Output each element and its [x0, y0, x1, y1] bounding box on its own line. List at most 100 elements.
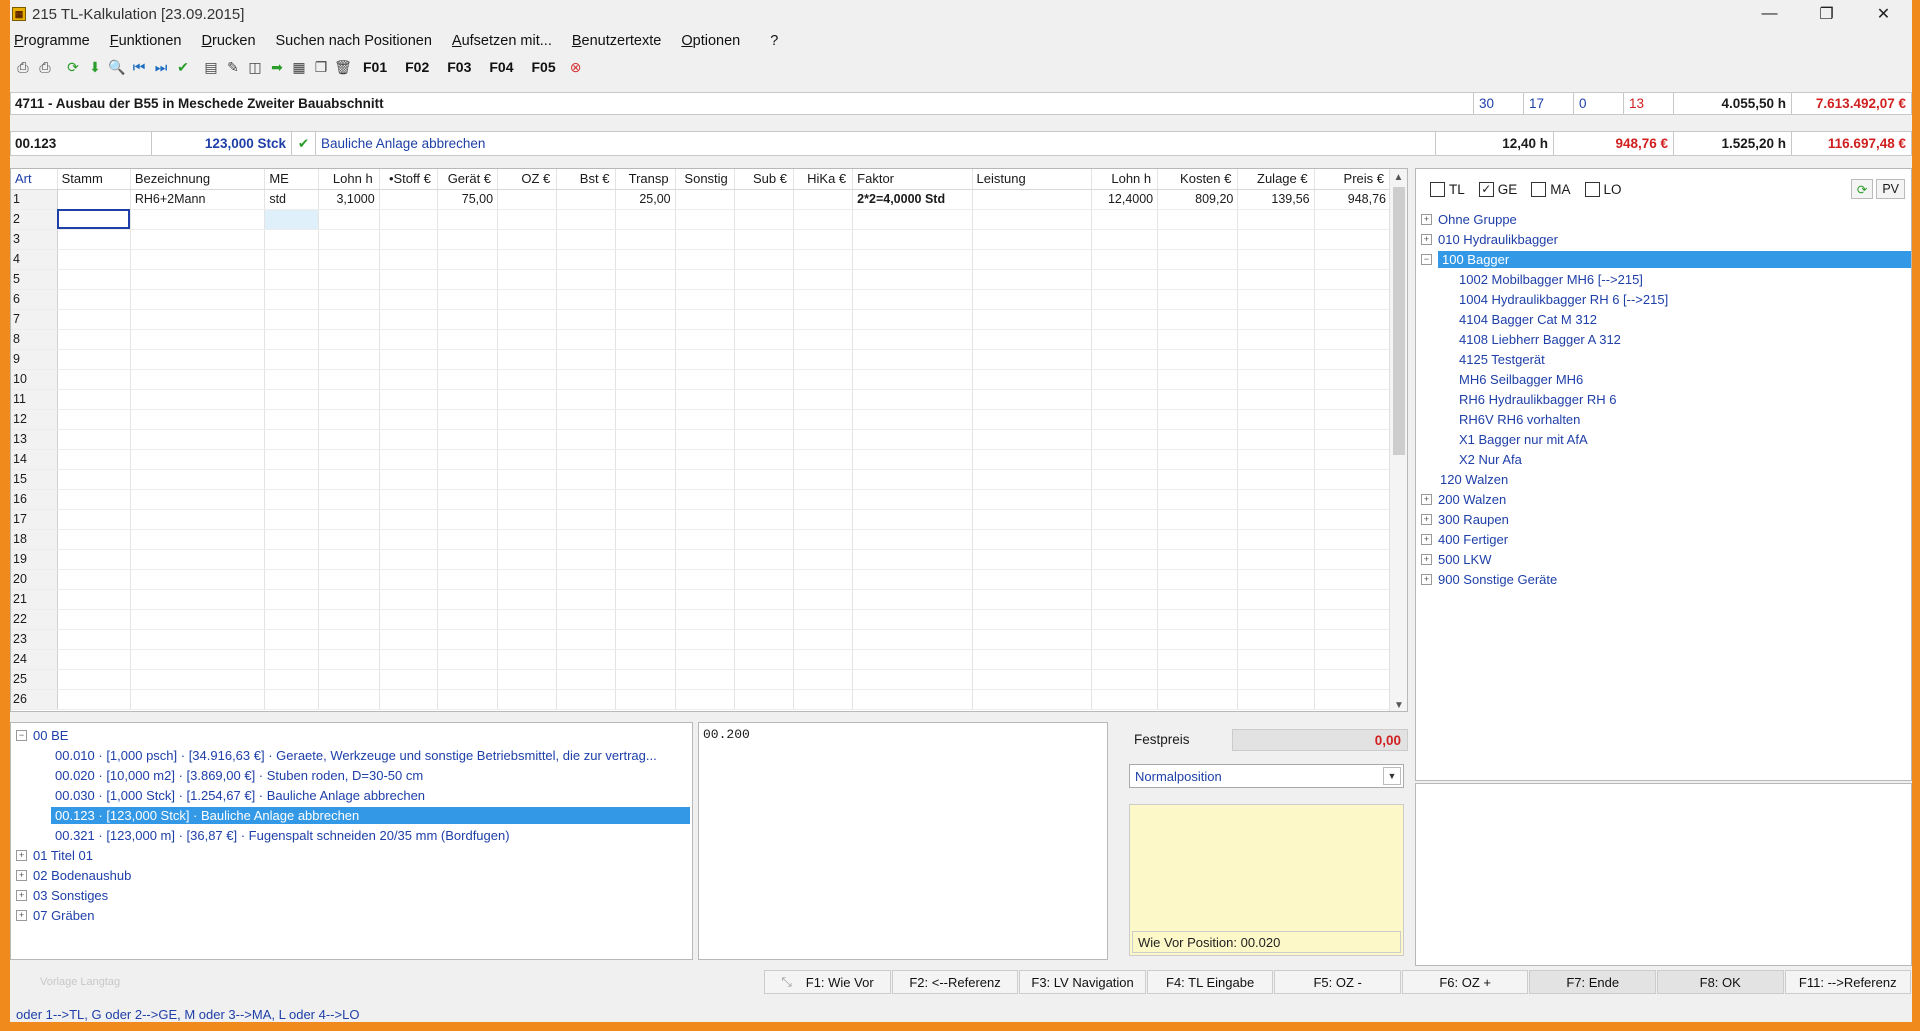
- f5-button[interactable]: F5: OZ -: [1274, 970, 1401, 994]
- col-kosten[interactable]: Kosten €: [1157, 169, 1239, 190]
- table-row[interactable]: 10: [11, 369, 1392, 390]
- f6-button[interactable]: F6: OZ +: [1401, 970, 1529, 994]
- expand-icon[interactable]: +: [1421, 533, 1432, 545]
- table-row[interactable]: 16: [11, 489, 1392, 510]
- col-hika[interactable]: HiKa €: [793, 169, 854, 190]
- table-row[interactable]: 6: [11, 289, 1392, 310]
- long-text-editor[interactable]: 00.200: [698, 722, 1108, 960]
- lv-item[interactable]: 00.020 · [10,000 m2] · [3.869,00 €] · St…: [11, 765, 692, 785]
- table-row[interactable]: 13: [11, 429, 1392, 450]
- chevron-down-icon[interactable]: ▼: [1383, 767, 1401, 785]
- tree-node[interactable]: 120 Walzen: [1416, 469, 1911, 489]
- table-row[interactable]: 22: [11, 609, 1392, 630]
- col-lohn[interactable]: Lohn h: [318, 169, 380, 190]
- cancel-icon[interactable]: ⊗: [565, 56, 587, 78]
- cell-lohn[interactable]: 3,1000: [318, 189, 380, 210]
- menu-benutzertexte[interactable]: Benutzertexte: [572, 33, 661, 49]
- col-stoff[interactable]: •Stoff €: [379, 169, 438, 190]
- position-qty[interactable]: 123,000 Stck: [151, 132, 291, 155]
- tree-node-child[interactable]: RH6V RH6 vorhalten: [1416, 409, 1911, 429]
- tree-node[interactable]: +500 LKW: [1416, 549, 1911, 569]
- table-row[interactable]: 15: [11, 469, 1392, 490]
- table-row[interactable]: 4: [11, 249, 1392, 270]
- table-row[interactable]: 11: [11, 389, 1392, 410]
- f7-button[interactable]: F7: Ende: [1529, 970, 1656, 994]
- col-preis[interactable]: Preis €: [1314, 169, 1392, 190]
- table-row[interactable]: 12: [11, 409, 1392, 430]
- table-row[interactable]: 20: [11, 569, 1392, 590]
- checkbox-tl[interactable]: [1430, 181, 1445, 197]
- col-oz[interactable]: OZ €: [497, 169, 558, 190]
- table-row[interactable]: 5: [11, 269, 1392, 290]
- confirm-checkmark-icon[interactable]: ✔: [291, 132, 315, 155]
- col-transp[interactable]: Transp: [615, 169, 676, 190]
- table-row[interactable]: 25: [11, 669, 1392, 690]
- active-cell[interactable]: [57, 209, 131, 230]
- lv-item[interactable]: 00.321 · [123,000 m] · [36,87 €] · Fugen…: [11, 825, 692, 845]
- menu-help[interactable]: ?: [770, 33, 778, 49]
- col-sub[interactable]: Sub €: [734, 169, 794, 190]
- table-row[interactable]: 24: [11, 649, 1392, 670]
- f04-button[interactable]: F04: [480, 59, 522, 75]
- menu-funktionen[interactable]: Funktionen: [110, 33, 182, 49]
- tree-node-child[interactable]: RH6 Hydraulikbagger RH 6: [1416, 389, 1911, 409]
- table-row[interactable]: 23: [11, 629, 1392, 650]
- search-icon[interactable]: 🔍: [106, 56, 128, 78]
- f03-button[interactable]: F03: [438, 59, 480, 75]
- print-preview-icon[interactable]: ⎙: [34, 56, 56, 78]
- tree-node[interactable]: −00 BE: [11, 725, 692, 745]
- checkbox-lo[interactable]: [1584, 181, 1600, 197]
- f3-button[interactable]: F3: LV Navigation: [1019, 970, 1146, 994]
- position-type-select[interactable]: Normalposition ▼: [1129, 764, 1404, 788]
- f11-button[interactable]: F11: -->Referenz: [1784, 970, 1912, 994]
- arrow-right-icon[interactable]: ➡: [266, 56, 288, 78]
- pencil-icon[interactable]: ✎: [222, 56, 244, 78]
- tree-node-child[interactable]: X1 Bagger nur mit AfA: [1416, 429, 1911, 449]
- col-bezeichnung[interactable]: Bezeichnung: [130, 169, 266, 190]
- table-row[interactable]: 1 RH6+2Mann std 3,1000 75,00 25,00 2*2=4…: [11, 189, 1392, 210]
- table-row[interactable]: 19: [11, 549, 1392, 570]
- lv-item[interactable]: 00.010 · [1,000 psch] · [34.916,63 €] · …: [11, 745, 692, 765]
- calculator-icon[interactable]: ▤: [200, 56, 222, 78]
- first-record-icon[interactable]: ⏮: [128, 56, 150, 78]
- checkbox-ge-checked-icon[interactable]: ✓: [1478, 181, 1494, 197]
- expand-icon[interactable]: +: [1421, 553, 1432, 565]
- col-faktor[interactable]: Faktor: [852, 169, 973, 190]
- cell-lohn2[interactable]: 12,4000: [1091, 189, 1159, 210]
- checkmark-icon[interactable]: ✔: [172, 56, 194, 78]
- copy-icon[interactable]: ❐: [310, 56, 332, 78]
- col-bst[interactable]: Bst €: [556, 169, 617, 190]
- minimize-icon[interactable]: —: [1741, 0, 1798, 28]
- tree-node-child[interactable]: 1004 Hydraulikbagger RH 6 [-->215]: [1416, 289, 1911, 309]
- f1-button[interactable]: ⤡ F1: Wie Vor: [764, 970, 891, 994]
- f4-button[interactable]: F4: TL Eingabe: [1146, 970, 1274, 994]
- note-area[interactable]: Wie Vor Position: 00.020: [1129, 804, 1404, 956]
- cell-bezeichnung[interactable]: RH6+2Mann: [130, 189, 266, 210]
- tree-node[interactable]: +400 Fertiger: [1416, 529, 1911, 549]
- collapse-icon[interactable]: −: [16, 729, 27, 741]
- lv-item[interactable]: 00.030 · [1,000 Stck] · [1.254,67 €] · B…: [11, 785, 692, 805]
- tree-node-child[interactable]: 4108 Liebherr Bagger A 312: [1416, 329, 1911, 349]
- col-sonstig[interactable]: Sonstig: [675, 169, 735, 190]
- pv-button[interactable]: PV: [1876, 179, 1905, 199]
- col-geraet[interactable]: Gerät €: [437, 169, 499, 190]
- f01-button[interactable]: F01: [354, 59, 396, 75]
- filter-ma[interactable]: MA: [1531, 181, 1571, 197]
- table-row[interactable]: 8: [11, 329, 1392, 350]
- eraser-icon[interactable]: ◫: [244, 56, 266, 78]
- tree-node[interactable]: + Ohne Gruppe: [1416, 209, 1911, 229]
- lv-item-selected[interactable]: 00.123 · [123,000 Stck] · Bauliche Anlag…: [11, 805, 692, 825]
- cell-preis[interactable]: 948,76: [1314, 189, 1392, 210]
- scroll-thumb[interactable]: [1393, 187, 1405, 455]
- expand-icon[interactable]: +: [16, 849, 27, 861]
- col-me[interactable]: ME: [264, 169, 320, 190]
- expand-icon[interactable]: +: [1421, 233, 1432, 245]
- filter-tl[interactable]: TL: [1430, 181, 1465, 197]
- scroll-down-icon[interactable]: ▼: [1390, 697, 1407, 711]
- table-row[interactable]: 9: [11, 349, 1392, 370]
- tree-node-child[interactable]: 1002 Mobilbagger MH6 [-->215]: [1416, 269, 1911, 289]
- grid-scrollbar[interactable]: ▲ ▼: [1389, 169, 1407, 711]
- tree-node[interactable]: +01 Titel 01: [11, 845, 692, 865]
- cell-faktor[interactable]: 2*2=4,0000 Std: [852, 189, 973, 210]
- tree-node[interactable]: +010 Hydraulikbagger: [1416, 229, 1911, 249]
